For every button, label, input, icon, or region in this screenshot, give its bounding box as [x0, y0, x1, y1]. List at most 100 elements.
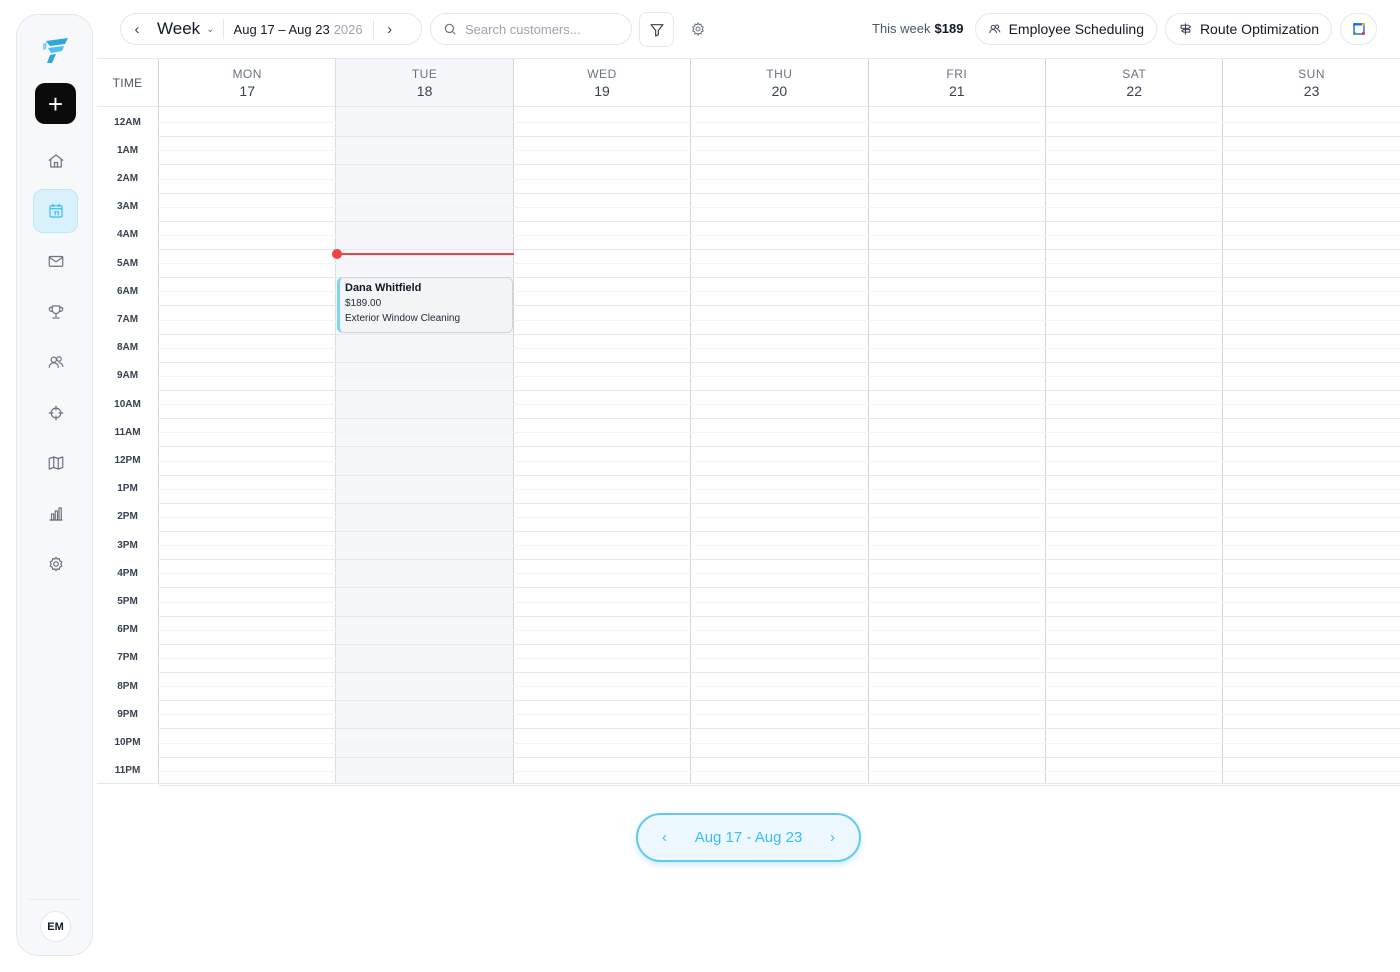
- hour-grid-line: [158, 784, 1400, 786]
- hour-grid-line: [158, 559, 1400, 561]
- date-range-label[interactable]: Aug 17 – Aug 23 2026: [224, 19, 374, 39]
- sidebar-item-messages[interactable]: [33, 239, 78, 283]
- half-hour-grid-line: [158, 545, 1400, 547]
- hour-label: 5PM: [117, 595, 138, 607]
- hour-grid-line: [158, 390, 1400, 391]
- day-number: 21: [949, 82, 965, 99]
- half-hour-grid-line: [158, 488, 1400, 490]
- half-hour-grid-line: [158, 432, 1400, 434]
- hour-label: 4PM: [117, 567, 138, 579]
- half-hour-grid-line: [158, 347, 1400, 349]
- appointment-service: Exterior Window Cleaning: [345, 313, 461, 324]
- next-week-button[interactable]: ›: [374, 14, 406, 44]
- hour-label: 1AM: [116, 144, 139, 156]
- appointment-price: $189.00: [345, 298, 382, 309]
- day-name: WED: [587, 66, 617, 81]
- day-header[interactable]: MON 17: [159, 59, 336, 107]
- day-column-tue[interactable]: TUE 18: [335, 59, 513, 784]
- sidebar-item-home[interactable]: [33, 139, 78, 183]
- hour-grid-line: [158, 672, 1400, 673]
- half-hour-grid-line: [158, 460, 1400, 462]
- hour-grid-line: [158, 474, 1400, 476]
- day-column-fri[interactable]: FRI 21: [867, 59, 1045, 784]
- hour-label: 2PM: [117, 511, 138, 523]
- day-header[interactable]: THU 20: [691, 59, 868, 107]
- hour-grid-line: [158, 728, 1400, 730]
- sidebar-item-reports[interactable]: [33, 492, 78, 536]
- sidebar-item-customers[interactable]: [33, 340, 78, 384]
- users-icon: [989, 24, 1001, 34]
- day-name: SUN: [1298, 66, 1325, 81]
- footer-next-week-button[interactable]: ›: [830, 829, 835, 846]
- half-hour-grid-line: [158, 375, 1400, 377]
- filter-icon: [649, 23, 664, 37]
- footer-previous-week-button[interactable]: ‹: [662, 829, 667, 846]
- day-column-mon[interactable]: MON 17: [158, 59, 336, 784]
- hour-label: 1PM: [117, 483, 138, 495]
- hour-label: 11AM: [114, 426, 141, 438]
- hour-label: 7PM: [117, 652, 138, 664]
- previous-week-button[interactable]: ‹: [121, 14, 153, 44]
- sidebar-divider: [29, 899, 80, 900]
- day-header[interactable]: SUN 23: [1223, 59, 1400, 107]
- sidebar-item-calendar[interactable]: [33, 189, 78, 233]
- day-name: THU: [766, 66, 793, 81]
- half-hour-grid-line: [158, 206, 1400, 208]
- day-name: TUE: [411, 66, 438, 81]
- crosshair-icon: [48, 405, 63, 421]
- hour-grid-line: [158, 643, 1400, 645]
- hour-grid-line: [158, 502, 1400, 504]
- hour-grid-line: [158, 446, 1400, 448]
- hour-grid-line: [158, 220, 1400, 222]
- day-header[interactable]: TUE 18: [336, 59, 513, 107]
- view-mode-label: Week: [157, 19, 201, 38]
- day-column-sun[interactable]: SUN 23: [1222, 59, 1400, 784]
- hour-grid-line: [158, 587, 1400, 589]
- user-avatar[interactable]: EM: [40, 911, 71, 942]
- current-time-line: [337, 253, 514, 255]
- add-new-button[interactable]: +: [35, 83, 76, 124]
- view-mode-dropdown[interactable]: Week ⌄: [153, 19, 224, 39]
- hour-grid-line: [158, 418, 1400, 420]
- filter-button[interactable]: [639, 12, 674, 47]
- hour-label: 6AM: [116, 285, 139, 297]
- day-header[interactable]: FRI 21: [868, 59, 1045, 107]
- sidebar-item-rewards[interactable]: [33, 290, 78, 334]
- hour-label: 7AM: [116, 313, 139, 325]
- day-column-thu[interactable]: THU 20: [690, 59, 868, 784]
- half-hour-grid-line: [158, 742, 1400, 744]
- sidebar-item-map[interactable]: [33, 441, 78, 485]
- search-box: [430, 13, 632, 45]
- day-header[interactable]: WED 19: [513, 59, 691, 107]
- calendar-settings-button[interactable]: [688, 19, 708, 39]
- half-hour-grid-line: [158, 686, 1400, 688]
- hour-grid-line: [158, 615, 1400, 617]
- appointment-card[interactable]: Dana Whitfield $189.00 Exterior Window C…: [337, 277, 513, 333]
- grid-bottom-border: [97, 783, 1400, 784]
- search-icon: [444, 23, 456, 35]
- home-icon: [48, 154, 63, 168]
- search-input[interactable]: [465, 21, 625, 37]
- hour-label: 8PM: [117, 680, 138, 692]
- hour-grid-line: [158, 700, 1400, 702]
- day-column-wed[interactable]: WED 19: [512, 59, 691, 784]
- route-optimization-label: Route Optimization: [1199, 21, 1319, 37]
- employee-scheduling-button[interactable]: Employee Scheduling: [975, 13, 1157, 45]
- add-icon: +: [47, 88, 64, 119]
- day-header[interactable]: SAT 22: [1046, 59, 1223, 107]
- half-hour-grid-line: [158, 234, 1400, 236]
- app-logo[interactable]: [40, 35, 70, 65]
- google-calendar-icon: [1352, 23, 1365, 35]
- day-name: SAT: [1122, 66, 1147, 81]
- sidebar-item-settings[interactable]: [33, 542, 78, 586]
- day-column-sat[interactable]: SAT 22: [1045, 59, 1223, 784]
- day-name: FRI: [946, 66, 968, 81]
- hour-label: 10PM: [114, 736, 141, 748]
- google-calendar-button[interactable]: [1340, 13, 1377, 45]
- half-hour-grid-line: [158, 150, 1400, 152]
- route-optimization-button[interactable]: Route Optimization: [1165, 13, 1332, 45]
- hour-grid-line: [158, 531, 1400, 532]
- half-hour-grid-line: [158, 573, 1400, 575]
- sidebar-item-targeting[interactable]: [33, 391, 78, 435]
- hour-grid-line: [158, 136, 1400, 138]
